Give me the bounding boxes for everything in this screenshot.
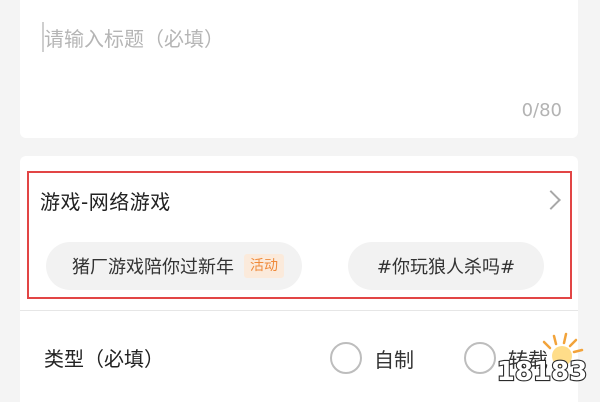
watermark-text: 18183 (497, 357, 587, 387)
radio-original[interactable]: 自制 (330, 341, 414, 375)
radio-label: 自制 (374, 347, 414, 372)
title-card: 0/80 (20, 0, 578, 138)
title-char-counter: 0/80 (521, 100, 562, 121)
watermark-logo: 18183 (496, 332, 588, 388)
highlight-box (27, 171, 572, 299)
title-input[interactable] (44, 22, 524, 56)
radio-circle-icon[interactable] (330, 342, 362, 374)
radio-circle-icon[interactable] (464, 342, 496, 374)
type-field-label: 类型（必填） (44, 347, 164, 371)
